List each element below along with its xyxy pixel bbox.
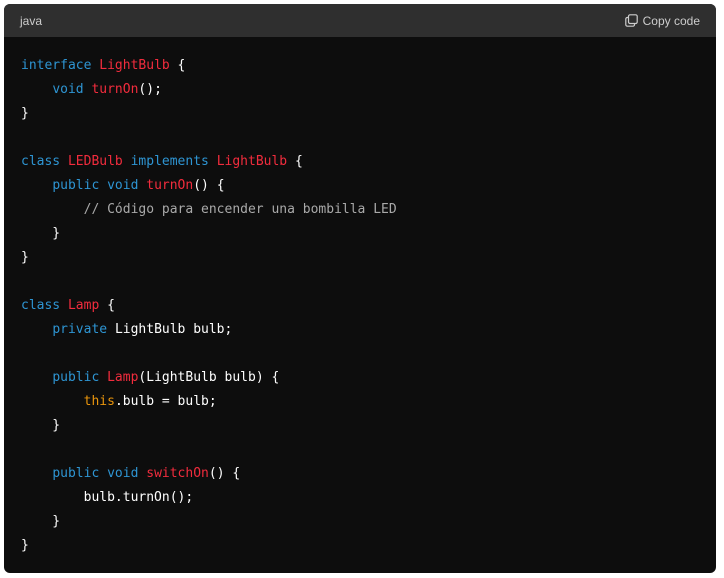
code-token: }: [21, 418, 61, 433]
code-line: // Código para encender una bombilla LED: [21, 198, 716, 222]
code-line: }: [21, 510, 716, 534]
code-token: this: [83, 394, 115, 409]
code-token: interface: [21, 58, 100, 73]
code-header: java Copy code: [4, 4, 716, 37]
code-line: private LightBulb bulb;: [21, 318, 716, 342]
code-token: bulb.turnOn();: [21, 490, 194, 505]
code-block: java Copy code interface LightBulb { voi…: [4, 4, 716, 573]
code-token: class: [21, 298, 68, 313]
code-token: }: [21, 250, 29, 265]
code-token: void: [52, 82, 92, 97]
code-token: (LightBulb bulb) {: [138, 370, 280, 385]
code-token: LightBulb: [216, 154, 288, 169]
copy-code-button[interactable]: Copy code: [624, 13, 700, 28]
code-token: {: [287, 154, 303, 169]
code-token: void: [107, 178, 147, 193]
code-line: }: [21, 534, 716, 558]
code-token: // Código para encender una bombilla LED: [83, 202, 397, 217]
code-token: public: [52, 466, 108, 481]
code-line: public void turnOn() {: [21, 174, 716, 198]
code-body[interactable]: interface LightBulb { void turnOn();} cla…: [4, 37, 716, 558]
copy-code-label: Copy code: [642, 13, 700, 28]
code-line: }: [21, 414, 716, 438]
code-line: interface LightBulb {: [21, 54, 716, 78]
code-token: .bulb = bulb;: [114, 394, 217, 409]
code-token: LightBulb bulb;: [114, 322, 233, 337]
code-line: bulb.turnOn();: [21, 486, 716, 510]
language-label: java: [20, 13, 43, 28]
code-line: }: [21, 102, 716, 126]
code-token: Lamp: [67, 298, 100, 313]
code-token: LightBulb: [99, 58, 170, 73]
code-token: {: [99, 298, 115, 313]
code-token: public: [52, 370, 108, 385]
code-line: void turnOn();: [21, 78, 716, 102]
code-line: this.bulb = bulb;: [21, 390, 716, 414]
copy-icon: [624, 14, 638, 27]
code-line: }: [21, 246, 716, 270]
code-token: LEDBulb: [67, 154, 131, 169]
code-token: public: [52, 178, 108, 193]
code-token: turnOn: [91, 82, 139, 97]
code-line: class Lamp {: [21, 294, 716, 318]
code-token: }: [21, 514, 61, 529]
code-token: implements: [130, 154, 217, 169]
code-line: class LEDBulb implements LightBulb {: [21, 150, 716, 174]
code-token: private: [52, 322, 115, 337]
code-token: {: [169, 58, 186, 73]
code-line: public Lamp(LightBulb bulb) {: [21, 366, 716, 390]
code-token: class: [21, 154, 68, 169]
code-token: () {: [193, 178, 225, 193]
code-token: ();: [138, 82, 162, 97]
code-line: }: [21, 222, 716, 246]
code-line: public void switchOn() {: [21, 462, 716, 486]
code-token: () {: [208, 466, 241, 481]
code-token: switchOn: [146, 466, 209, 481]
code-token: }: [21, 106, 29, 121]
code-token: }: [21, 538, 29, 553]
code-token: void: [107, 466, 147, 481]
code-token: turnOn: [146, 178, 194, 193]
code-token: }: [21, 226, 61, 241]
code-token: Lamp: [107, 370, 139, 385]
